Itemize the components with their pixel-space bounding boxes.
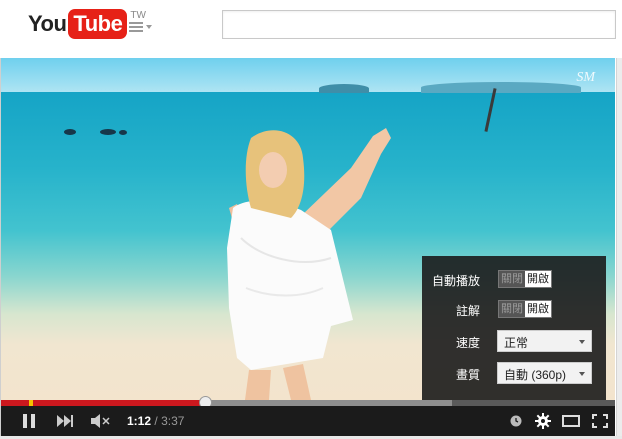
settings-button[interactable]	[532, 406, 554, 436]
speed-value: 正常	[504, 336, 529, 350]
mute-button[interactable]	[87, 406, 115, 436]
speed-label: 速度	[455, 336, 480, 350]
logo-you-text: You	[28, 11, 67, 36]
annotations-label: 註解	[455, 304, 480, 318]
next-button[interactable]	[51, 406, 79, 436]
annotations-on-option[interactable]: 開啟	[525, 301, 551, 317]
fullscreen-icon	[592, 414, 608, 428]
duration: 3:37	[161, 414, 185, 428]
autoplay-row: 自動播放 關閉 開啟	[422, 268, 606, 292]
page-scrollbar[interactable]	[616, 0, 622, 439]
watch-later-icon	[510, 415, 522, 427]
current-time: 1:12	[127, 414, 152, 428]
autoplay-label: 自動播放	[431, 274, 480, 288]
mute-icon	[91, 414, 110, 428]
guide-menu-icon	[129, 20, 143, 34]
settings-menu: 自動播放 關閉 開啟 註解 關閉 開啟 速度 正常 畫質 自動 (360p)	[422, 256, 606, 400]
settings-gear-icon	[535, 413, 551, 429]
search-input[interactable]	[222, 10, 616, 39]
annotations-off-option[interactable]: 關閉	[499, 301, 525, 317]
annotations-toggle[interactable]: 關閉 開啟	[498, 300, 552, 318]
autoplay-on-option[interactable]: 開啟	[525, 271, 551, 287]
chevron-down-icon	[146, 25, 152, 29]
dropdown-arrow-icon	[579, 372, 585, 376]
annotations-row: 註解 關閉 開啟	[422, 298, 606, 322]
quality-label: 畫質	[455, 368, 480, 382]
masthead: You Tube TW	[0, 0, 622, 58]
autoplay-toggle[interactable]: 關閉 開啟	[498, 270, 552, 288]
quality-value: 自動 (360p)	[504, 368, 567, 382]
theater-mode-icon	[562, 415, 580, 427]
fullscreen-button[interactable]	[589, 406, 611, 436]
autoplay-off-option[interactable]: 關閉	[499, 271, 525, 287]
speed-row: 速度 正常	[422, 330, 606, 354]
quality-row: 畫質 自動 (360p)	[422, 362, 606, 386]
watch-later-button[interactable]	[506, 406, 526, 436]
speed-select[interactable]: 正常	[497, 330, 592, 352]
pause-icon	[23, 414, 35, 428]
theater-mode-button[interactable]	[559, 406, 583, 436]
guide-menu-button[interactable]	[129, 17, 157, 37]
time-display: 1:12 / 3:37	[127, 414, 184, 428]
time-separator: /	[154, 414, 158, 428]
player-controls: 1:12 / 3:37	[1, 406, 615, 436]
dropdown-arrow-icon	[579, 340, 585, 344]
logo-tube-text: Tube	[68, 9, 128, 39]
next-icon	[57, 415, 73, 427]
video-frame[interactable]: SM 自動播放 關閉 開啟 註解 關閉 開啟 速度 正常 畫質 自動 (360p…	[1, 58, 615, 400]
quality-select[interactable]: 自動 (360p)	[497, 362, 592, 384]
pause-button[interactable]	[15, 406, 43, 436]
